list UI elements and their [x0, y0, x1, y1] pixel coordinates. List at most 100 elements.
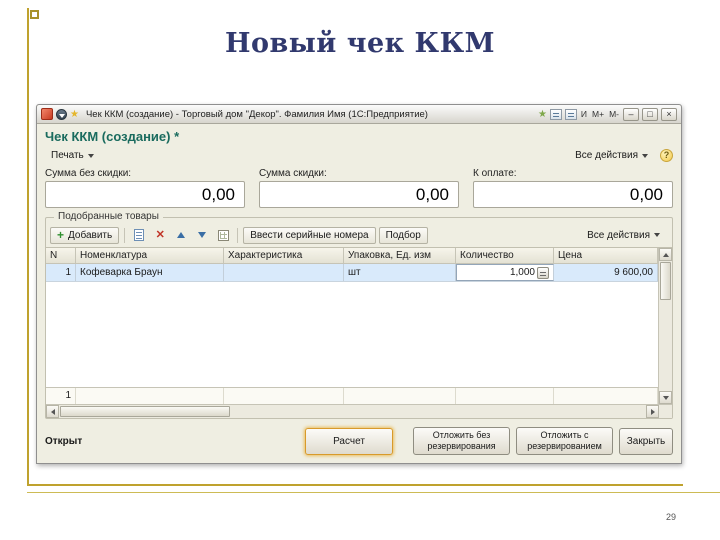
move-up-icon[interactable] [172, 226, 190, 244]
close-form-button[interactable]: Закрыть [619, 427, 673, 455]
scroll-left-icon[interactable] [46, 405, 59, 418]
field-discount-sum: Сумма скидки: 0,00 [259, 168, 459, 208]
footer-cell [76, 388, 224, 404]
move-down-icon[interactable] [193, 226, 211, 244]
toolbar-separator [124, 227, 126, 243]
cell-characteristic [224, 264, 344, 281]
hold-with-reserve-button[interactable]: Отложить с резервированием [516, 427, 613, 455]
scroll-right-icon[interactable] [646, 405, 659, 418]
cell-n: 1 [46, 264, 76, 281]
window-title: Чек ККМ (создание) - Торговый дом "Декор… [85, 108, 428, 120]
table-header-row: N Номенклатура Характеристика Упаковка, … [46, 248, 658, 264]
col-header-n[interactable]: N [46, 248, 76, 263]
grid-icon [217, 229, 229, 241]
chevron-down-icon [87, 153, 94, 158]
scrollbar-corner [659, 405, 672, 418]
add-button[interactable]: + Добавить [50, 226, 120, 244]
delete-row-icon[interactable]: ✕ [151, 226, 169, 244]
all-actions-button[interactable]: Все действия [569, 148, 654, 163]
left-accent-bar [27, 8, 29, 484]
memory-minus-button[interactable]: М- [608, 109, 620, 119]
bottom-accent-line-2 [27, 492, 720, 493]
memory-indicator: И [580, 109, 588, 119]
footer-cell [456, 388, 554, 404]
field-to-pay: К оплате: 0,00 [473, 168, 673, 208]
field-label: К оплате: [473, 168, 517, 179]
cell-price: 9 600,00 [554, 264, 658, 281]
table-empty-area[interactable] [46, 282, 658, 387]
quantity-value: 1,000 [509, 267, 535, 278]
pick-label: Подбор [385, 229, 421, 241]
calculator-icon[interactable] [564, 108, 577, 120]
arrow-down-icon [198, 232, 207, 238]
grid-settings-icon[interactable] [214, 226, 232, 244]
page-number: 29 [665, 512, 676, 522]
col-header-unit[interactable]: Упаковка, Ед. изм [344, 248, 456, 263]
chevron-down-icon [654, 233, 660, 237]
vertical-scroll-thumb[interactable] [660, 262, 671, 300]
bullet-square [30, 10, 39, 19]
favorites-star-icon[interactable]: ★ [70, 109, 79, 120]
selected-goods-group: Подобранные товары + Добавить ✕ Ввести с… [45, 211, 673, 419]
to-pay-input[interactable]: 0,00 [473, 181, 673, 208]
print-menu-label: Печать [51, 150, 84, 161]
help-icon[interactable]: ? [660, 149, 673, 162]
footer-cell-n: 1 [46, 388, 76, 404]
delete-x-icon: ✕ [155, 229, 165, 241]
edit-row-icon[interactable] [130, 226, 148, 244]
status-label: Открыт [45, 435, 83, 447]
col-header-price[interactable]: Цена [554, 248, 658, 263]
horizontal-scroll-thumb[interactable] [60, 406, 230, 417]
minimize-button[interactable]: – [623, 107, 639, 121]
items-toolbar: + Добавить ✕ Ввести серийные номера Подб… [46, 224, 672, 247]
field-label: Сумма без скидки: [45, 168, 132, 179]
scroll-up-icon[interactable] [659, 248, 672, 261]
footer-cell [344, 388, 456, 404]
totals-row: Сумма без скидки: 0,00 Сумма скидки: 0,0… [37, 166, 681, 215]
maximize-button[interactable]: □ [642, 107, 658, 121]
field-label: Сумма скидки: [259, 168, 327, 179]
slide: Новый чек ККМ ★ Чек ККМ (создание) - Тор… [0, 0, 720, 540]
pick-button[interactable]: Подбор [378, 226, 428, 244]
all-actions-label: Все действия [575, 150, 638, 161]
bottom-accent-line [27, 484, 683, 486]
table-row[interactable]: 1 Кофеварка Браун шт 1,000 9 600,00 [46, 264, 658, 282]
print-menu-button[interactable]: Печать [45, 148, 100, 163]
sheet-icon [134, 229, 145, 241]
cell-nomenclature: Кофеварка Браун [76, 264, 224, 281]
vertical-scrollbar[interactable] [658, 248, 672, 404]
calculator-picker-icon[interactable] [537, 266, 549, 279]
app-window: ★ Чек ККМ (создание) - Торговый дом "Дек… [36, 104, 682, 464]
calc-button[interactable]: Расчет [305, 427, 393, 455]
footer-cell [224, 388, 344, 404]
calendar-icon[interactable] [549, 108, 562, 120]
plus-icon: + [57, 228, 65, 242]
field-sum-no-discount: Сумма без скидки: 0,00 [45, 168, 245, 208]
close-button[interactable]: × [661, 107, 677, 121]
service-star-icon[interactable]: ★ [538, 109, 547, 120]
col-header-nomenclature[interactable]: Номенклатура [76, 248, 224, 263]
scroll-down-icon[interactable] [659, 391, 672, 404]
arrow-up-icon [177, 232, 186, 238]
form-footer: Открыт Расчет Отложить без резервировани… [37, 423, 681, 463]
group-title: Подобранные товары [54, 211, 163, 222]
slide-title: Новый чек ККМ [224, 28, 496, 59]
enter-serials-button[interactable]: Ввести серийные номера [243, 226, 376, 244]
main-menu-icon[interactable] [56, 108, 67, 120]
items-all-actions-button[interactable]: Все действия [581, 228, 666, 243]
hold-without-reserve-button[interactable]: Отложить без резервирования [413, 427, 510, 455]
col-header-characteristic[interactable]: Характеристика [224, 248, 344, 263]
enter-serials-label: Ввести серийные номера [250, 229, 369, 241]
memory-plus-button[interactable]: М+ [591, 109, 605, 119]
window-titlebar[interactable]: ★ Чек ККМ (создание) - Торговый дом "Дек… [37, 105, 681, 124]
horizontal-scrollbar[interactable] [46, 404, 672, 418]
onec-app-icon [41, 108, 53, 120]
cell-quantity-editor[interactable]: 1,000 [456, 264, 554, 281]
sum-no-discount-input[interactable]: 0,00 [45, 181, 245, 208]
table-footer-row: 1 [46, 387, 658, 404]
discount-sum-input[interactable]: 0,00 [259, 181, 459, 208]
add-label: Добавить [68, 229, 113, 241]
items-table: N Номенклатура Характеристика Упаковка, … [46, 247, 672, 404]
col-header-quantity[interactable]: Количество [456, 248, 554, 263]
form-title: Чек ККМ (создание) * [45, 129, 180, 144]
